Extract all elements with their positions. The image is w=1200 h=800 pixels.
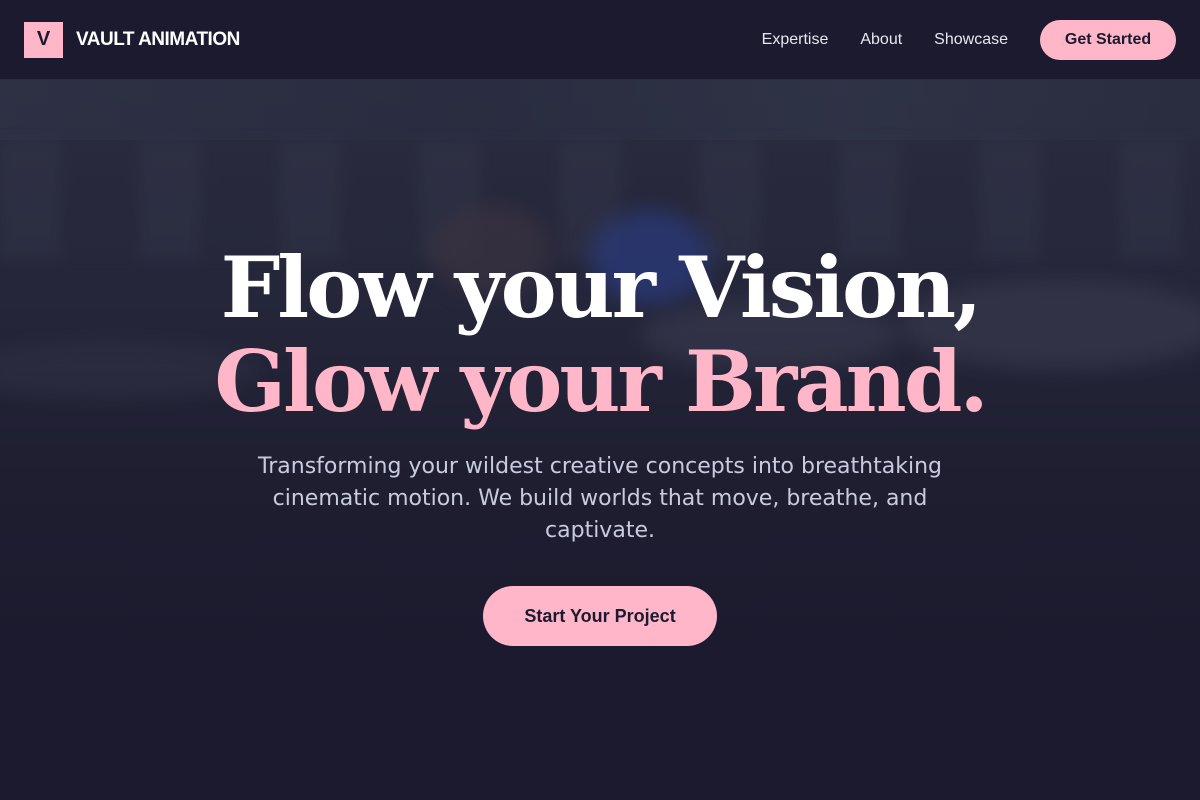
nav-links: Expertise About Showcase Get Started — [762, 19, 1176, 60]
hero-headline-line2: Glow your Brand. — [214, 332, 988, 431]
nav-link-expertise[interactable]: Expertise — [762, 31, 829, 49]
hero-section: Flow your Vision, Glow your Brand. Trans… — [0, 80, 1200, 800]
landing-page: V VAULT ANIMATION Expertise About Showca… — [0, 0, 1200, 800]
start-project-button[interactable]: Start Your Project — [483, 586, 717, 646]
top-navigation: V VAULT ANIMATION Expertise About Showca… — [0, 0, 1200, 80]
brand-name: VAULT ANIMATION — [76, 28, 240, 50]
brand-logo[interactable]: V VAULT ANIMATION — [24, 21, 240, 58]
hero-subtitle: Transforming your wildest creative conce… — [258, 454, 942, 543]
logo-mark: V — [24, 21, 63, 58]
nav-link-showcase[interactable]: Showcase — [934, 31, 1008, 49]
get-started-button[interactable]: Get Started — [1040, 19, 1176, 60]
hero-headline-line1: Flow your Vision, — [220, 238, 983, 337]
nav-link-about[interactable]: About — [860, 31, 902, 49]
